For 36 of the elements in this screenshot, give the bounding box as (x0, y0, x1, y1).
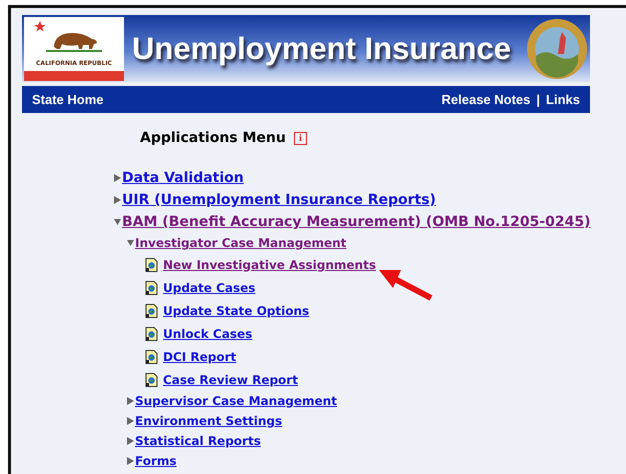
menu-link[interactable]: New Investigative Assignments (163, 258, 376, 272)
menu-link[interactable]: UIR (Unemployment Insurance Reports) (122, 192, 436, 208)
menu-link[interactable]: Update Cases (163, 280, 256, 294)
menu-link[interactable]: Data Validation (122, 170, 244, 186)
expanded-triangle-icon[interactable] (114, 218, 121, 226)
nav-link[interactable]: Release Notes (442, 92, 530, 107)
document-icon (145, 280, 158, 294)
expanded-triangle-icon[interactable] (127, 239, 134, 247)
menu-link[interactable]: Environment Settings (135, 414, 282, 428)
collapsed-triangle-icon[interactable] (114, 174, 121, 182)
menu-link[interactable]: Supervisor Case Management (135, 394, 337, 408)
document-icon (145, 372, 158, 386)
menu-link[interactable]: DCI Report (163, 350, 236, 364)
nav-link[interactable]: State Home (32, 92, 104, 107)
collapsed-triangle-icon[interactable] (114, 196, 121, 204)
collapsed-triangle-icon[interactable] (127, 437, 134, 445)
collapsed-triangle-icon[interactable] (127, 397, 134, 405)
document-icon (145, 258, 158, 272)
document-icon (145, 326, 158, 340)
menu-link[interactable]: Statistical Reports (135, 434, 261, 448)
menu-link[interactable]: Forms (135, 454, 177, 468)
collapsed-triangle-icon[interactable] (127, 457, 134, 465)
document-icon (145, 304, 158, 318)
menu-link[interactable]: Update State Options (163, 304, 310, 318)
collapsed-triangle-icon[interactable] (127, 417, 134, 425)
site-title: Unemployment Insurance (132, 30, 512, 66)
menu-link[interactable]: Unlock Cases (163, 326, 252, 340)
nav-link[interactable]: Links (546, 92, 580, 107)
info-icon[interactable]: i (294, 132, 307, 144)
nav-separator: | (536, 92, 540, 107)
menu-link[interactable]: BAM (Benefit Accuracy Measurement) (OMB No.1205-0245) (122, 214, 590, 230)
state-seal-icon (526, 18, 588, 80)
menu-title: Applications Menu (140, 130, 286, 146)
menu-link[interactable]: Investigator Case Management (135, 236, 346, 250)
document-icon (145, 350, 158, 364)
menu-link[interactable]: Case Review Report (163, 372, 298, 386)
